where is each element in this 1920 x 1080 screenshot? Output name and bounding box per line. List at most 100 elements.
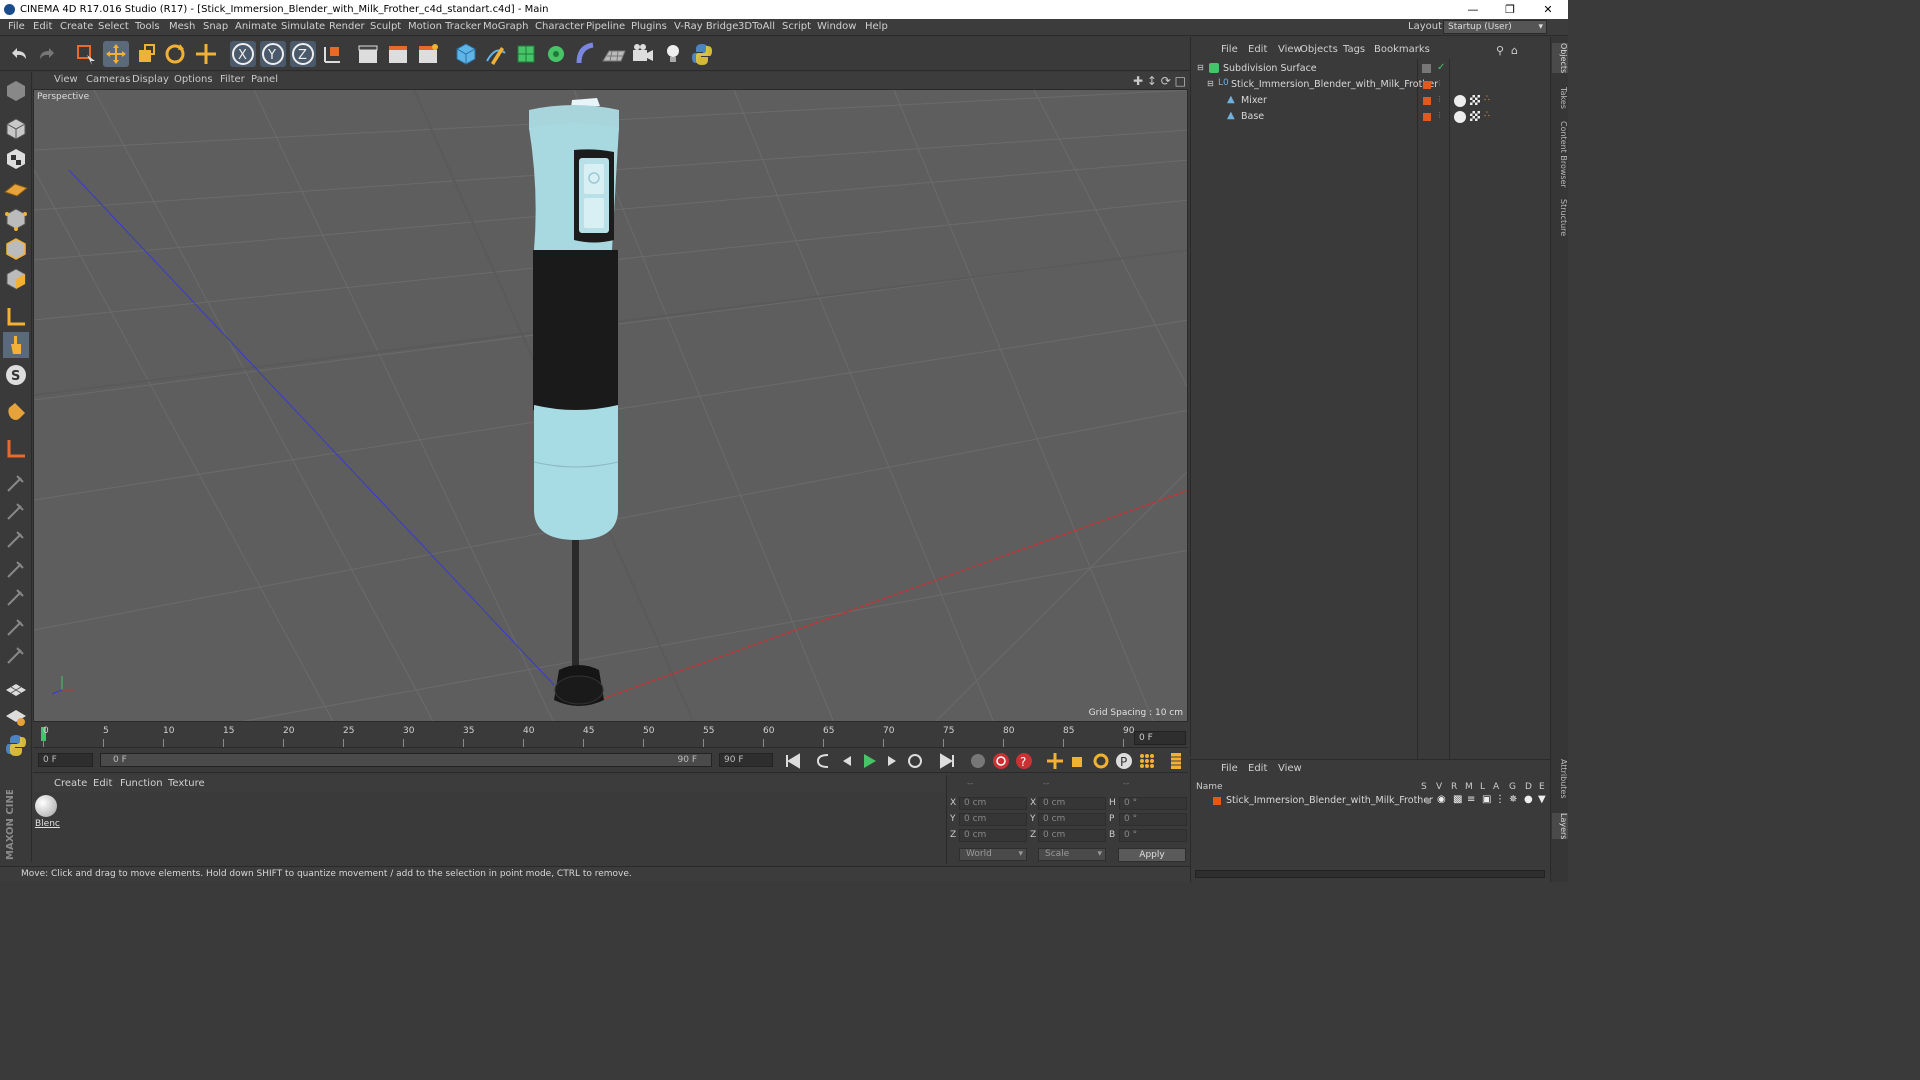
tweak-mode-button[interactable] [3, 332, 29, 358]
rotation-b-field[interactable]: 0 ° [1119, 829, 1187, 842]
viewport-navigation-icons[interactable]: ✚ ↕ ⟳ □ [1133, 74, 1186, 88]
viewport-menu-panel[interactable]: Panel [251, 74, 278, 85]
menu-select[interactable]: Select [98, 21, 129, 32]
redo-button[interactable] [34, 41, 60, 67]
play-button[interactable] [859, 751, 879, 771]
material-menu-create[interactable]: Create [54, 778, 87, 789]
sculpt-tool-1-button[interactable] [3, 470, 29, 496]
subdivision-surface-button[interactable] [513, 41, 539, 67]
start-frame-field[interactable]: 0 F [38, 753, 93, 767]
key-pla-button[interactable] [1137, 751, 1157, 771]
axis-snap-button[interactable] [3, 436, 29, 462]
deformer-button[interactable] [573, 41, 599, 67]
sculpt-tool-4-button[interactable] [3, 556, 29, 582]
lm-menu-file[interactable]: File [1221, 763, 1238, 774]
menu-window[interactable]: Window [817, 21, 856, 32]
floor-object-button[interactable] [601, 41, 627, 67]
menu-help[interactable]: Help [865, 21, 888, 32]
key-rotation-button[interactable] [1091, 751, 1111, 771]
om-menu-file[interactable]: File [1221, 44, 1238, 55]
menu-edit[interactable]: Edit [33, 21, 52, 32]
layer-tool-button[interactable] [3, 702, 29, 728]
keyframe-help-button[interactable]: ? [1014, 751, 1034, 771]
om-menu-bookmarks[interactable]: Bookmarks [1374, 44, 1430, 55]
record-keys-button[interactable] [968, 751, 988, 771]
sculpt-tool-3-button[interactable] [3, 526, 29, 552]
next-key-button[interactable] [905, 751, 925, 771]
checkmark-icon[interactable]: ✓ [1437, 62, 1445, 73]
menu-file[interactable]: File [8, 21, 25, 32]
cube-object-button[interactable] [453, 41, 479, 67]
material-menu-function[interactable]: Function [120, 778, 163, 789]
timeline-window-button[interactable] [1166, 751, 1186, 771]
menu-tools[interactable]: Tools [135, 21, 160, 32]
visibility-icon[interactable] [1422, 64, 1431, 73]
om-menu-edit[interactable]: Edit [1248, 44, 1267, 55]
previous-key-button[interactable] [814, 751, 834, 771]
lm-menu-view[interactable]: View [1278, 763, 1302, 774]
axis-mode-button[interactable] [3, 304, 29, 330]
current-frame-field[interactable]: 0 F [1134, 731, 1186, 745]
transform-tool-button[interactable] [193, 41, 219, 67]
key-scale-button[interactable] [1068, 751, 1088, 771]
timeline-ruler[interactable]: 0 5 10 15 20 25 30 35 40 45 50 55 60 65 70 75 80 85 90 0 F [33, 723, 1188, 748]
menu-3dtoall[interactable]: 3DToAll [738, 21, 775, 32]
menu-vray-bridge[interactable]: V-Ray Bridge [674, 21, 738, 32]
horizontal-scrollbar[interactable] [1195, 870, 1545, 878]
light-object-button[interactable] [660, 41, 686, 67]
size-x-field[interactable]: 0 cm [1038, 797, 1106, 810]
object-row-mixer[interactable]: ▲ Mixer ⋮ ∴ [1191, 93, 1551, 109]
coordinate-mode-dropdown[interactable]: World ▾ [959, 848, 1027, 861]
material-menu-edit[interactable]: Edit [93, 778, 112, 789]
side-tab-content-browser[interactable]: Content Browser [1552, 121, 1568, 188]
object-row-base[interactable]: ▲ Base ⋮ ∴ [1191, 109, 1551, 125]
viewport-menu-view[interactable]: View [54, 74, 78, 85]
camera-object-button[interactable] [630, 41, 656, 67]
rotation-p-field[interactable]: 0 ° [1119, 813, 1187, 826]
side-tab-layers[interactable]: Layers [1552, 813, 1568, 840]
undo-button[interactable] [6, 41, 32, 67]
om-menu-tags[interactable]: Tags [1343, 44, 1365, 55]
position-x-field[interactable]: 0 cm [959, 797, 1027, 810]
pen-spline-button[interactable] [483, 41, 509, 67]
size-z-field[interactable]: 0 cm [1038, 829, 1106, 842]
menu-character[interactable]: Character [535, 21, 584, 32]
menu-snap[interactable]: Snap [203, 21, 228, 32]
workplane-mode-button[interactable] [3, 176, 29, 202]
texture-tag-icon[interactable] [1470, 111, 1480, 121]
home-icon[interactable]: ⌂ [1511, 44, 1518, 57]
side-tab-structure[interactable]: Structure [1552, 199, 1568, 236]
layer-row[interactable]: Stick_Immersion_Blender_with_Milk_Frothe… [1191, 793, 1551, 809]
position-y-field[interactable]: 0 cm [959, 813, 1027, 826]
editor-render-dots-icon[interactable]: ⋮ [1436, 111, 1443, 119]
manager-icon[interactable]: ≡ [1467, 794, 1475, 805]
collapse-icon[interactable]: ⊟ [1207, 79, 1214, 88]
menu-render[interactable]: Render [329, 21, 365, 32]
grid-tool-button[interactable] [3, 672, 29, 698]
eye-icon[interactable]: ◉ [1437, 794, 1446, 805]
layout-dropdown[interactable]: Startup (User) ▾ [1443, 20, 1547, 34]
viewport-menu-display[interactable]: Display [132, 74, 169, 85]
go-to-end-button[interactable] [937, 751, 957, 771]
end-frame-field[interactable]: 90 F [719, 753, 773, 767]
object-row-blender-null[interactable]: ⊟ L0 Stick_Immersion_Blender_with_Milk_F… [1191, 77, 1551, 93]
rotate-tool-button[interactable] [162, 41, 188, 67]
size-y-field[interactable]: 0 cm [1038, 813, 1106, 826]
go-to-start-button[interactable] [783, 751, 803, 771]
sculpt-tool-7-button[interactable] [3, 642, 29, 668]
lock-icon[interactable]: ▣ [1482, 794, 1491, 805]
cloner-button[interactable] [543, 41, 569, 67]
make-editable-button[interactable] [3, 78, 29, 104]
render-settings-button[interactable] [415, 41, 441, 67]
x-axis-lock-button[interactable]: X [230, 41, 256, 67]
expression-icon[interactable]: ▼ [1538, 794, 1546, 805]
om-menu-objects[interactable]: Objects [1300, 44, 1338, 55]
polygons-mode-button[interactable] [3, 266, 29, 292]
3d-viewport[interactable]: Perspective Grid Spacing : 10 cm [33, 89, 1188, 722]
material-tag-icon[interactable] [1454, 95, 1466, 107]
menu-sculpt[interactable]: Sculpt [370, 21, 401, 32]
previous-frame-button[interactable] [837, 751, 857, 771]
om-menu-view[interactable]: View [1278, 44, 1302, 55]
menu-mograph[interactable]: MoGraph [483, 21, 528, 32]
collapse-icon[interactable]: ⊟ [1197, 63, 1204, 72]
